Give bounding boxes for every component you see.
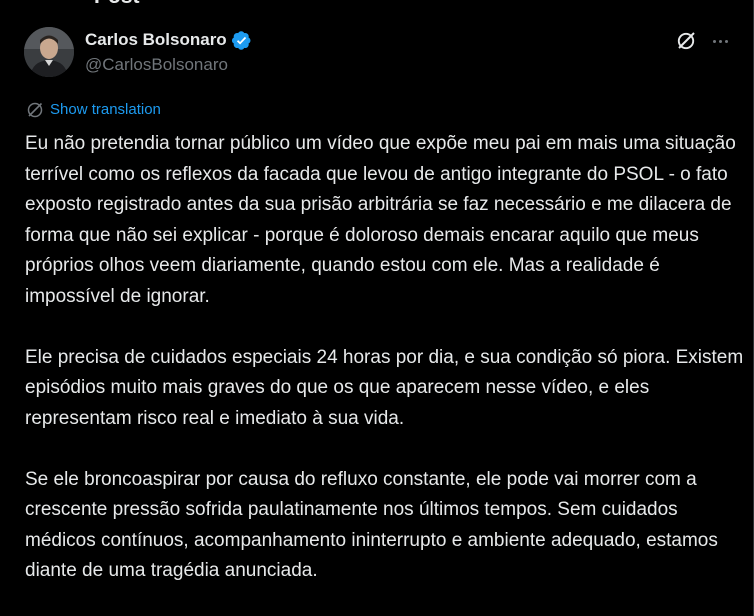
show-translation-label: Show translation — [50, 101, 161, 118]
post-text: Eu não pretendia tornar público um vídeo… — [25, 129, 745, 616]
translate-icon — [27, 102, 43, 118]
post-paragraph: Ele precisa de cuidados especiais 24 hor… — [25, 346, 744, 429]
verified-badge-icon[interactable] — [231, 30, 252, 51]
author-handle[interactable]: @CarlosBolsonaro — [85, 53, 252, 77]
post-detail-view: Post Carlos Bolsonaro @CarlosBolsonaro — [0, 0, 754, 616]
post-paragraph: Se ele broncoaspirar por causa do reflux… — [25, 468, 718, 582]
more-horizontal-icon-dot — [712, 39, 716, 43]
avatar[interactable] — [24, 27, 74, 77]
more-options-button[interactable] — [708, 29, 732, 53]
grok-icon[interactable] — [674, 29, 698, 53]
more-horizontal-icon-dot — [718, 39, 722, 43]
author-block: Carlos Bolsonaro @CarlosBolsonaro — [85, 28, 252, 77]
author-name[interactable]: Carlos Bolsonaro — [85, 28, 227, 52]
author-name-row: Carlos Bolsonaro — [85, 28, 252, 52]
post-paragraph: Eu não pretendia tornar público um vídeo… — [25, 133, 736, 307]
show-translation-button[interactable]: Show translation — [25, 100, 161, 120]
avatar-image — [24, 27, 74, 77]
page-title: Post — [94, 0, 140, 8]
more-horizontal-icon-dot — [724, 39, 728, 43]
